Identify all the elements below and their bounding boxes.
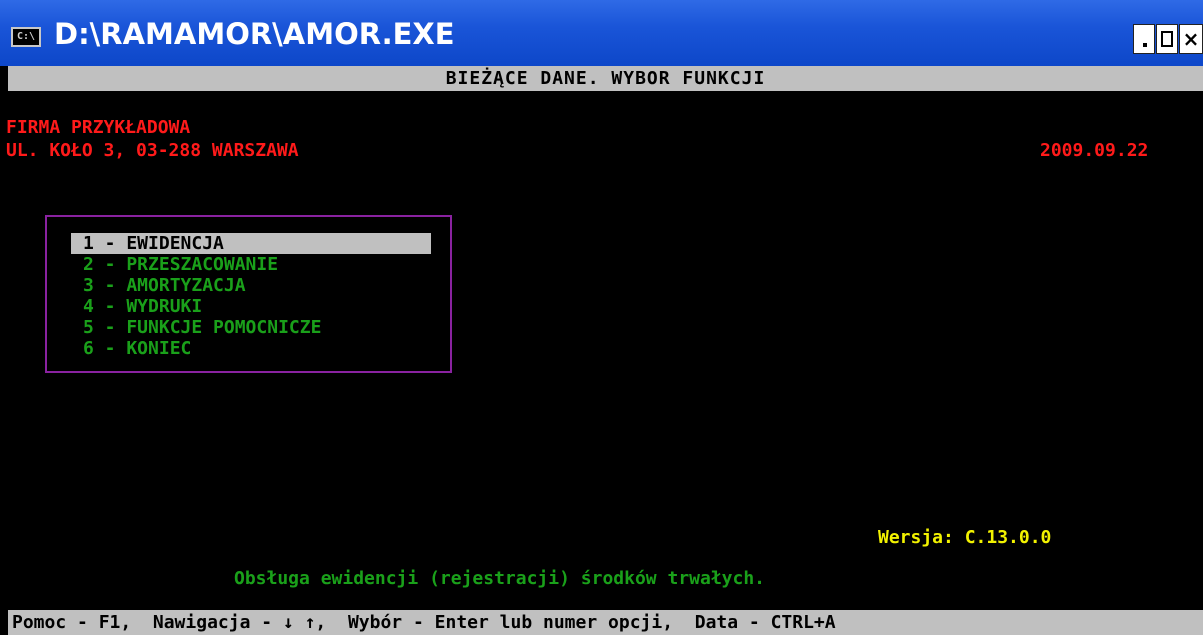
company-address: UL. KOŁO 3, 03-288 WARSZAWA [6, 140, 299, 161]
minimize-button[interactable] [1133, 24, 1155, 54]
company-name: FIRMA PRZYKŁADOWA [6, 117, 191, 138]
console-icon[interactable]: C:\ [11, 27, 41, 47]
menu-item-funkcje-pomocnicze[interactable]: 5 - FUNKCJE POMOCNICZE [71, 317, 431, 338]
maximize-button[interactable] [1156, 24, 1178, 54]
status-bar: Pomoc - F1, Nawigacja - ↓ ↑, Wybór - Ent… [8, 610, 1203, 635]
window-title-bar[interactable]: C:\ D:\RAMAMOR\AMOR.EXE × [0, 0, 1203, 66]
window-title: D:\RAMAMOR\AMOR.EXE [54, 17, 455, 51]
menu-item-ewidencja[interactable]: 1 - EWIDENCJA [71, 233, 431, 254]
menu-item-koniec[interactable]: 6 - KONIEC [71, 338, 431, 359]
version-label: Wersja: C.13.0.0 [878, 527, 1052, 548]
menu-item-wydruki[interactable]: 4 - WYDRUKI [71, 296, 431, 317]
screen-header: BIEŻĄCE DANE. WYBOR FUNKCJI [8, 66, 1203, 91]
menu-item-amortyzacja[interactable]: 3 - AMORTYZACJA [71, 275, 431, 296]
menu-item-przeszacowanie[interactable]: 2 - PRZESZACOWANIE [71, 254, 431, 275]
option-description: Obsługa ewidencji (rejestracji) środków … [234, 568, 766, 589]
console-window[interactable]: BIEŻĄCE DANE. WYBOR FUNKCJI FIRMA PRZYKŁ… [0, 66, 1203, 635]
close-button[interactable]: × [1179, 24, 1203, 54]
current-date: 2009.09.22 [1040, 140, 1149, 161]
close-icon: × [1182, 27, 1200, 51]
function-menu: 1 - EWIDENCJA 2 - PRZESZACOWANIE 3 - AMO… [45, 215, 452, 373]
